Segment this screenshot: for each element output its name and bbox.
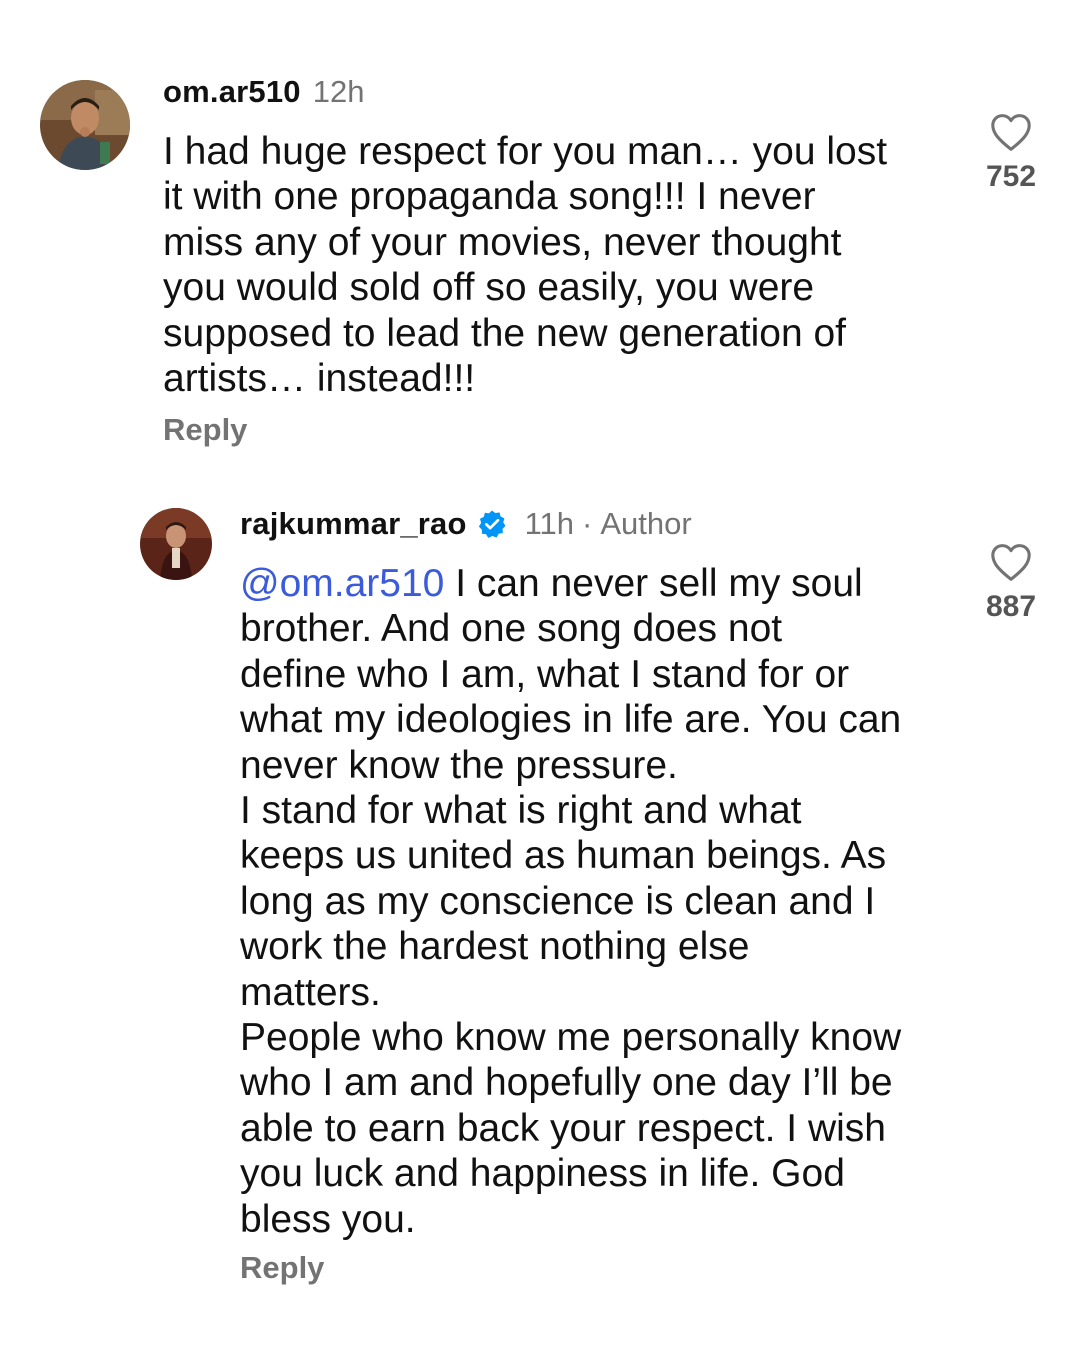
timestamp: 12h <box>312 74 365 109</box>
reply-button[interactable]: Reply <box>240 1250 324 1286</box>
mention-link[interactable]: @om.ar510 <box>240 562 444 605</box>
avatar-om-ar510[interactable] <box>40 80 130 170</box>
avatar-rajkummar-rao[interactable] <box>140 508 212 580</box>
like-column: 887 <box>971 542 1051 624</box>
like-count: 752 <box>985 160 1037 193</box>
comment-text: I had huge respect for you man… you lost… <box>163 130 888 401</box>
like-count: 887 <box>985 590 1037 623</box>
comment-text: @om.ar510 I can never sell my soul broth… <box>240 561 960 1242</box>
username[interactable]: om.ar510 <box>163 74 301 110</box>
heart-outline-icon[interactable] <box>989 542 1033 582</box>
comment-meta: rajkummar_rao 11h · Author <box>240 506 692 542</box>
comment-text-body: I can never sell my soul brother. And on… <box>240 562 902 1241</box>
author-label: Author <box>600 506 692 541</box>
comment-om-ar510: om.ar510 12h I had huge respect for you … <box>0 0 1080 480</box>
username[interactable]: rajkummar_rao <box>240 506 467 542</box>
separator-dot: · <box>582 506 593 541</box>
heart-outline-icon[interactable] <box>989 112 1033 152</box>
reply-button[interactable]: Reply <box>163 412 247 448</box>
comment-rajkummar-rao: rajkummar_rao 11h · Author @om.ar510 I c… <box>0 480 1080 1350</box>
comment-meta: om.ar510 12h <box>163 74 364 110</box>
like-column: 752 <box>971 112 1051 194</box>
timestamp: 11h <box>524 506 575 541</box>
verified-badge-icon <box>478 510 506 538</box>
